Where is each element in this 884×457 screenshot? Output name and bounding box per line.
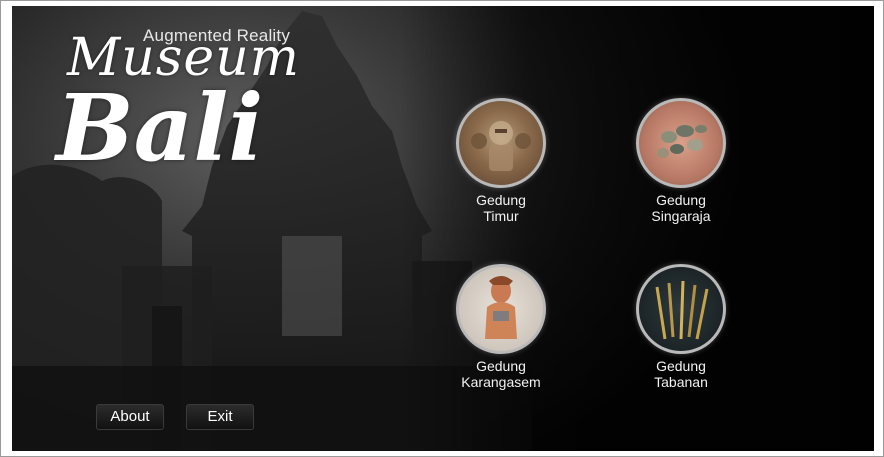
menu-item-gedung-timur[interactable]: Gedung Timur <box>436 98 566 224</box>
menu-item-label: Gedung Singaraja <box>651 192 711 224</box>
window-frame: Augmented Reality Museum Bali Gedung Tim… <box>0 0 884 457</box>
menu-item-label: Gedung Timur <box>476 192 526 224</box>
menu-item-label: Gedung Tabanan <box>654 358 708 390</box>
menu-item-gedung-karangasem[interactable]: Gedung Karangasem <box>436 264 566 390</box>
statue-icon <box>456 264 546 354</box>
exit-button[interactable]: Exit <box>186 404 254 430</box>
carved-relief-icon <box>456 98 546 188</box>
coins-icon <box>636 98 726 188</box>
menu-item-label: Gedung Karangasem <box>461 358 541 390</box>
main-screen: Augmented Reality Museum Bali Gedung Tim… <box>12 6 874 451</box>
about-button[interactable]: About <box>96 404 164 430</box>
logo-title-bali: Bali <box>56 74 264 182</box>
keris-icon <box>636 264 726 354</box>
menu-item-gedung-tabanan[interactable]: Gedung Tabanan <box>616 264 746 390</box>
menu-item-gedung-singaraja[interactable]: Gedung Singaraja <box>616 98 746 224</box>
